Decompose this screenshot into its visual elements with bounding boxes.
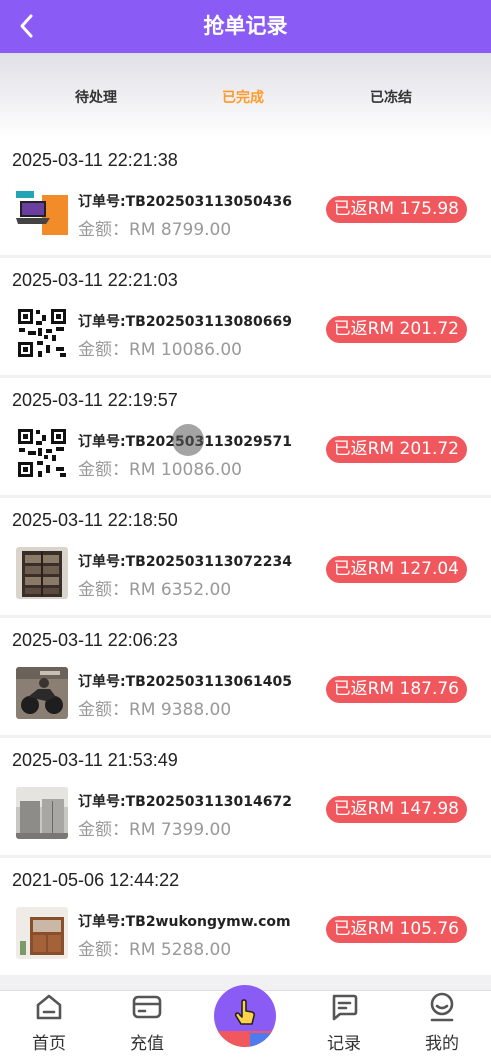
order-number: 订单号:TB2wukongymw.com bbox=[78, 914, 291, 930]
rebate-badge: 已返RM 105.76 bbox=[325, 916, 467, 943]
order-card[interactable]: 2025-03-11 22:18:50 订单号:TB20250311307223… bbox=[0, 498, 491, 615]
nav-records[interactable]: 记录 bbox=[309, 991, 379, 1062]
rebate-badge: 已返RM 187.76 bbox=[325, 676, 467, 703]
cabinet-thumbnail bbox=[16, 907, 68, 959]
order-number: 订单号:TB202503113061405 bbox=[78, 674, 292, 690]
order-card[interactable]: 2025-03-11 22:06:23 订单号:TB20250311306140… bbox=[0, 618, 491, 735]
laptop-thumbnail bbox=[16, 187, 68, 239]
order-amount: 金额：RM 10086.00 bbox=[78, 340, 242, 360]
order-time: 2025-03-11 22:21:03 bbox=[12, 270, 178, 290]
order-amount: 金额：RM 9388.00 bbox=[78, 700, 232, 720]
bookshelf-thumbnail bbox=[16, 547, 68, 599]
qr-code-thumbnail bbox=[16, 307, 68, 359]
order-time: 2025-03-11 21:53:49 bbox=[12, 750, 178, 770]
button-accent bbox=[250, 1033, 276, 1047]
tab-completed[interactable]: 已完成 bbox=[222, 87, 264, 107]
order-amount: 金额：RM 7399.00 bbox=[78, 820, 232, 840]
order-time: 2025-03-11 22:21:38 bbox=[12, 150, 178, 170]
home-icon bbox=[36, 994, 62, 1020]
page-title: 抢单记录 bbox=[203, 14, 288, 38]
nav-mine[interactable]: 我的 bbox=[407, 991, 477, 1062]
motorcycle-thumbnail bbox=[16, 667, 68, 719]
nav-home-label: 首页 bbox=[32, 1034, 66, 1054]
order-card[interactable]: 2021-05-06 12:44:22 订单号:TB2wukongymw.com… bbox=[0, 858, 491, 975]
order-number: 订单号:TB202503113072234 bbox=[78, 554, 292, 570]
rebate-badge: 已返RM 127.04 bbox=[325, 556, 467, 583]
order-number: 订单号:TB202503113014672 bbox=[78, 794, 292, 810]
rebate-badge: 已返RM 201.72 bbox=[325, 436, 467, 463]
tab-frozen[interactable]: 已冻结 bbox=[370, 87, 412, 107]
order-amount: 金额：RM 5288.00 bbox=[78, 940, 232, 960]
nav-mine-label: 我的 bbox=[425, 1034, 459, 1054]
order-amount: 金额：RM 8799.00 bbox=[78, 220, 232, 240]
order-time: 2025-03-11 22:19:57 bbox=[12, 390, 178, 410]
order-number: 订单号:TB202503113080669 bbox=[78, 314, 292, 330]
message-icon bbox=[332, 994, 358, 1021]
order-time: 2025-03-11 22:06:23 bbox=[12, 630, 178, 650]
order-card[interactable]: 2025-03-11 22:21:38 订单号:TB20250311305043… bbox=[0, 138, 491, 255]
order-time: 2025-03-11 22:18:50 bbox=[12, 510, 178, 530]
rebate-badge: 已返RM 147.98 bbox=[325, 796, 467, 823]
header: 抢单记录 bbox=[0, 0, 491, 53]
qr-code-thumbnail bbox=[16, 427, 68, 479]
order-amount: 金额：RM 6352.00 bbox=[78, 580, 232, 600]
nav-recharge[interactable]: 充值 bbox=[112, 991, 182, 1062]
order-amount: 金额：RM 10086.00 bbox=[78, 460, 242, 480]
touch-indicator bbox=[172, 424, 204, 456]
card-icon bbox=[132, 995, 162, 1019]
rebate-badge: 已返RM 175.98 bbox=[325, 196, 467, 223]
nav-records-label: 记录 bbox=[327, 1034, 361, 1054]
order-time: 2021-05-06 12:44:22 bbox=[12, 870, 180, 890]
order-card[interactable]: 2025-03-11 22:19:57 订单号:TB20250311302957… bbox=[0, 378, 491, 495]
grab-order-button[interactable] bbox=[214, 985, 276, 1047]
order-number: 订单号:TB202503113050436 bbox=[78, 194, 292, 210]
refrigerator-thumbnail bbox=[16, 787, 68, 839]
nav-home[interactable]: 首页 bbox=[14, 991, 84, 1062]
status-tabs: 待处理 已完成 已冻结 bbox=[0, 53, 491, 138]
nav-recharge-label: 充值 bbox=[130, 1034, 164, 1054]
tap-hand-icon bbox=[234, 999, 256, 1025]
rebate-badge: 已返RM 201.72 bbox=[325, 316, 467, 343]
tab-pending[interactable]: 待处理 bbox=[75, 87, 117, 107]
order-card[interactable]: 2025-03-11 22:21:03 订单号:TB20250311308066… bbox=[0, 258, 491, 375]
user-icon bbox=[430, 992, 454, 1022]
order-card[interactable]: 2025-03-11 21:53:49 订单号:TB20250311301467… bbox=[0, 738, 491, 855]
